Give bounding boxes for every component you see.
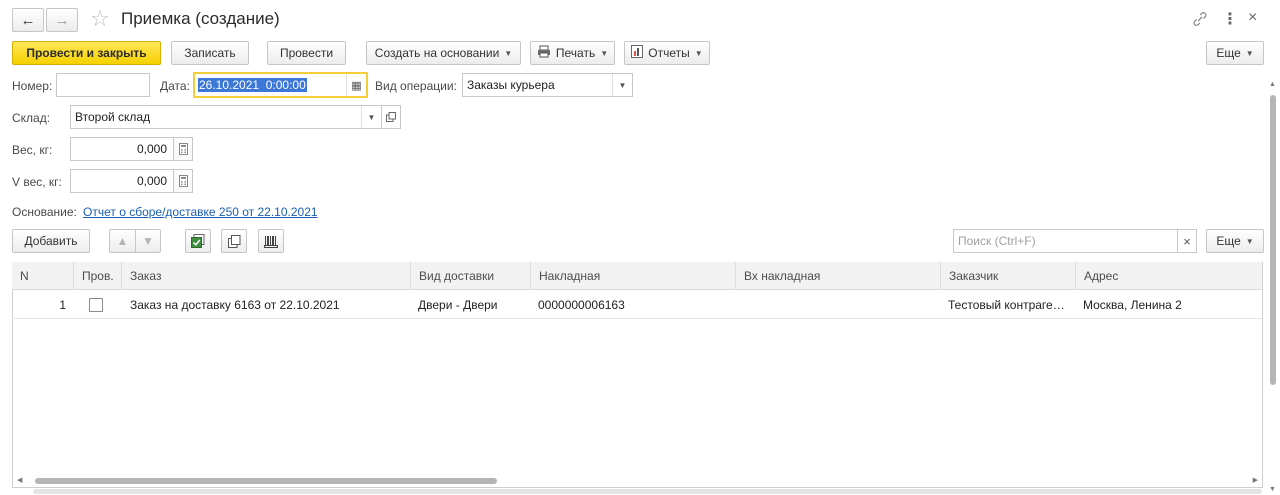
post-and-close-button[interactable]: Провести и закрыть bbox=[12, 41, 161, 65]
row-order: Заказ на доставку 6163 от 22.10.2021 bbox=[130, 298, 340, 312]
scroll-thumb[interactable] bbox=[35, 478, 497, 484]
post-button[interactable]: Провести bbox=[267, 41, 346, 65]
report-icon bbox=[631, 45, 644, 61]
scroll-down-icon[interactable]: ▼ bbox=[1269, 486, 1276, 493]
chevron-down-icon: ▼ bbox=[694, 48, 703, 58]
more-vertical-icon[interactable]: ⋮ bbox=[1222, 9, 1238, 29]
scroll-up-icon[interactable]: ▲ bbox=[1269, 81, 1276, 88]
column-header-order[interactable]: Заказ bbox=[121, 262, 410, 290]
number-label: Номер: bbox=[12, 79, 53, 93]
calendar-icon[interactable]: ▦ bbox=[346, 74, 366, 96]
scroll-left-icon[interactable]: ◀ bbox=[17, 476, 22, 484]
vweight-label: V вес, кг: bbox=[12, 175, 62, 189]
close-icon[interactable]: × bbox=[1248, 9, 1257, 27]
printer-icon bbox=[537, 45, 551, 61]
warehouse-label: Склад: bbox=[12, 111, 51, 125]
number-field[interactable] bbox=[56, 73, 150, 97]
row-number: 1 bbox=[59, 298, 66, 312]
operation-select[interactable]: Заказы курьера ▼ bbox=[462, 73, 633, 97]
basis-link[interactable]: Отчет о сборе/доставке 250 от 22.10.2021 bbox=[83, 205, 318, 219]
move-up-button[interactable]: ▲ bbox=[109, 229, 135, 253]
column-header-customer[interactable]: Заказчик bbox=[940, 262, 1075, 290]
chevron-down-icon: ▼ bbox=[1245, 48, 1254, 58]
checklist-icon bbox=[191, 234, 205, 248]
weight-field[interactable]: 0,000 bbox=[70, 137, 174, 161]
weight-label: Вес, кг: bbox=[12, 143, 53, 157]
table-more-button[interactable]: Еще ▼ bbox=[1206, 229, 1264, 253]
create-based-on-button[interactable]: Создать на основании ▼ bbox=[366, 41, 521, 65]
scroll-right-icon[interactable]: ▶ bbox=[1253, 476, 1258, 484]
column-header-delivery[interactable]: Вид доставки bbox=[410, 262, 530, 290]
date-field[interactable]: 26.10.2021 0:00:00 ▦ bbox=[193, 72, 368, 98]
column-header-address[interactable]: Адрес bbox=[1075, 262, 1262, 290]
window-title: Приемка (создание) bbox=[121, 9, 280, 28]
back-button[interactable]: ← bbox=[12, 8, 44, 32]
copy-button[interactable] bbox=[221, 229, 247, 253]
warehouse-value: Второй склад bbox=[75, 110, 151, 124]
column-header-in-waybill[interactable]: Вх накладная bbox=[735, 262, 940, 290]
print-label: Печать bbox=[555, 46, 596, 60]
operation-label: Вид операции: bbox=[375, 79, 457, 93]
chevron-down-icon: ▼ bbox=[504, 48, 513, 58]
add-button[interactable]: Добавить bbox=[12, 229, 90, 253]
copy-icon bbox=[227, 234, 240, 248]
date-label: Дата: bbox=[160, 79, 190, 93]
row-checkbox[interactable] bbox=[83, 291, 113, 319]
warehouse-select[interactable]: Второй склад ▼ bbox=[70, 105, 382, 129]
print-button[interactable]: Печать ▼ bbox=[530, 41, 615, 65]
calculator-icon[interactable] bbox=[173, 137, 193, 161]
column-header-n[interactable]: N bbox=[12, 262, 72, 290]
select-all-button[interactable] bbox=[185, 229, 211, 253]
more-button[interactable]: Еще ▼ bbox=[1206, 41, 1264, 65]
forward-button[interactable]: → bbox=[46, 8, 78, 32]
row-delivery: Двери - Двери bbox=[418, 298, 498, 312]
search-placeholder: Поиск (Ctrl+F) bbox=[958, 234, 1036, 248]
arrow-left-icon: ← bbox=[20, 11, 36, 29]
arrow-right-icon: → bbox=[54, 11, 70, 29]
row-customer: Тестовый контраге… bbox=[948, 298, 1065, 312]
barcode-button[interactable] bbox=[258, 229, 284, 253]
scroll-thumb[interactable] bbox=[1270, 95, 1276, 385]
save-button[interactable]: Записать bbox=[171, 41, 249, 65]
basis-label: Основание: bbox=[12, 205, 77, 219]
table-row[interactable]: 1 Заказ на доставку 6163 от 22.10.2021 Д… bbox=[12, 291, 1262, 319]
row-in-waybill bbox=[737, 291, 940, 319]
column-header-checked[interactable]: Пров. bbox=[73, 262, 121, 290]
page-scrollbar-vertical[interactable]: ▲ ▼ bbox=[1268, 73, 1278, 493]
clear-search-icon[interactable]: × bbox=[1177, 229, 1197, 253]
column-header-waybill[interactable]: Накладная bbox=[530, 262, 735, 290]
date-value: 26.10.2021 0:00:00 bbox=[198, 78, 307, 92]
barcode-icon bbox=[264, 235, 278, 248]
link-icon[interactable] bbox=[1191, 10, 1209, 28]
chevron-down-icon: ▼ bbox=[1245, 236, 1254, 246]
favorite-star-icon[interactable]: ☆ bbox=[90, 6, 110, 32]
row-address: Москва, Ленина 2 bbox=[1083, 298, 1182, 312]
checkbox-icon bbox=[89, 298, 103, 312]
chevron-down-icon[interactable]: ▼ bbox=[361, 106, 381, 128]
table-more-label: Еще bbox=[1216, 234, 1241, 248]
reports-label: Отчеты bbox=[648, 46, 690, 60]
move-down-button[interactable]: ▼ bbox=[135, 229, 161, 253]
calculator-icon[interactable] bbox=[173, 169, 193, 193]
reports-button[interactable]: Отчеты ▼ bbox=[624, 41, 710, 65]
arrow-up-icon: ▲ bbox=[116, 234, 129, 248]
vweight-value: 0,000 bbox=[136, 174, 167, 188]
weight-value: 0,000 bbox=[136, 142, 167, 156]
search-input[interactable]: Поиск (Ctrl+F) bbox=[953, 229, 1178, 253]
table-header: N Пров. Заказ Вид доставки Накладная Вх … bbox=[12, 262, 1262, 290]
table-scrollbar-horizontal[interactable]: ◀ ▶ bbox=[13, 476, 1262, 486]
operation-value: Заказы курьера bbox=[467, 78, 555, 92]
more-label: Еще bbox=[1216, 46, 1241, 60]
chevron-down-icon: ▼ bbox=[600, 48, 609, 58]
arrow-down-icon: ▼ bbox=[142, 234, 154, 248]
create-based-on-label: Создать на основании bbox=[374, 46, 500, 60]
open-icon[interactable] bbox=[381, 105, 401, 129]
chevron-down-icon[interactable]: ▼ bbox=[612, 74, 632, 96]
page-scrollbar-horizontal[interactable] bbox=[33, 489, 1262, 494]
vweight-field[interactable]: 0,000 bbox=[70, 169, 174, 193]
row-waybill: 0000000006163 bbox=[538, 298, 625, 312]
